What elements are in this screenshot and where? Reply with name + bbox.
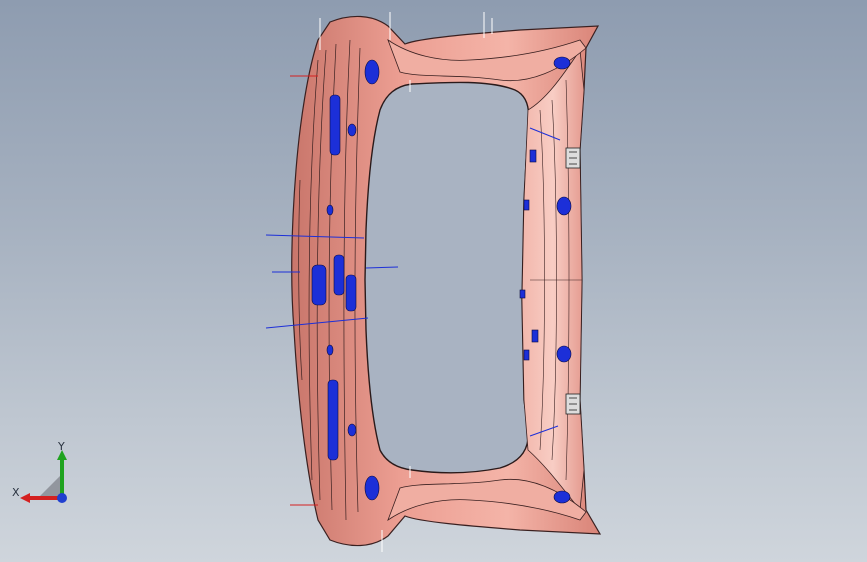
- x-axis-arrow: [20, 493, 30, 503]
- y-axis-label: Y: [57, 440, 65, 453]
- z-axis-dot: [57, 493, 67, 503]
- cad-viewport[interactable]: [0, 0, 867, 562]
- tailgate-panel-model[interactable]: [265, 12, 602, 552]
- axis-triad: Y X: [12, 440, 67, 503]
- window-opening: [364, 81, 530, 474]
- triad-plane-shadow: [38, 474, 62, 498]
- x-axis-label: X: [12, 486, 20, 499]
